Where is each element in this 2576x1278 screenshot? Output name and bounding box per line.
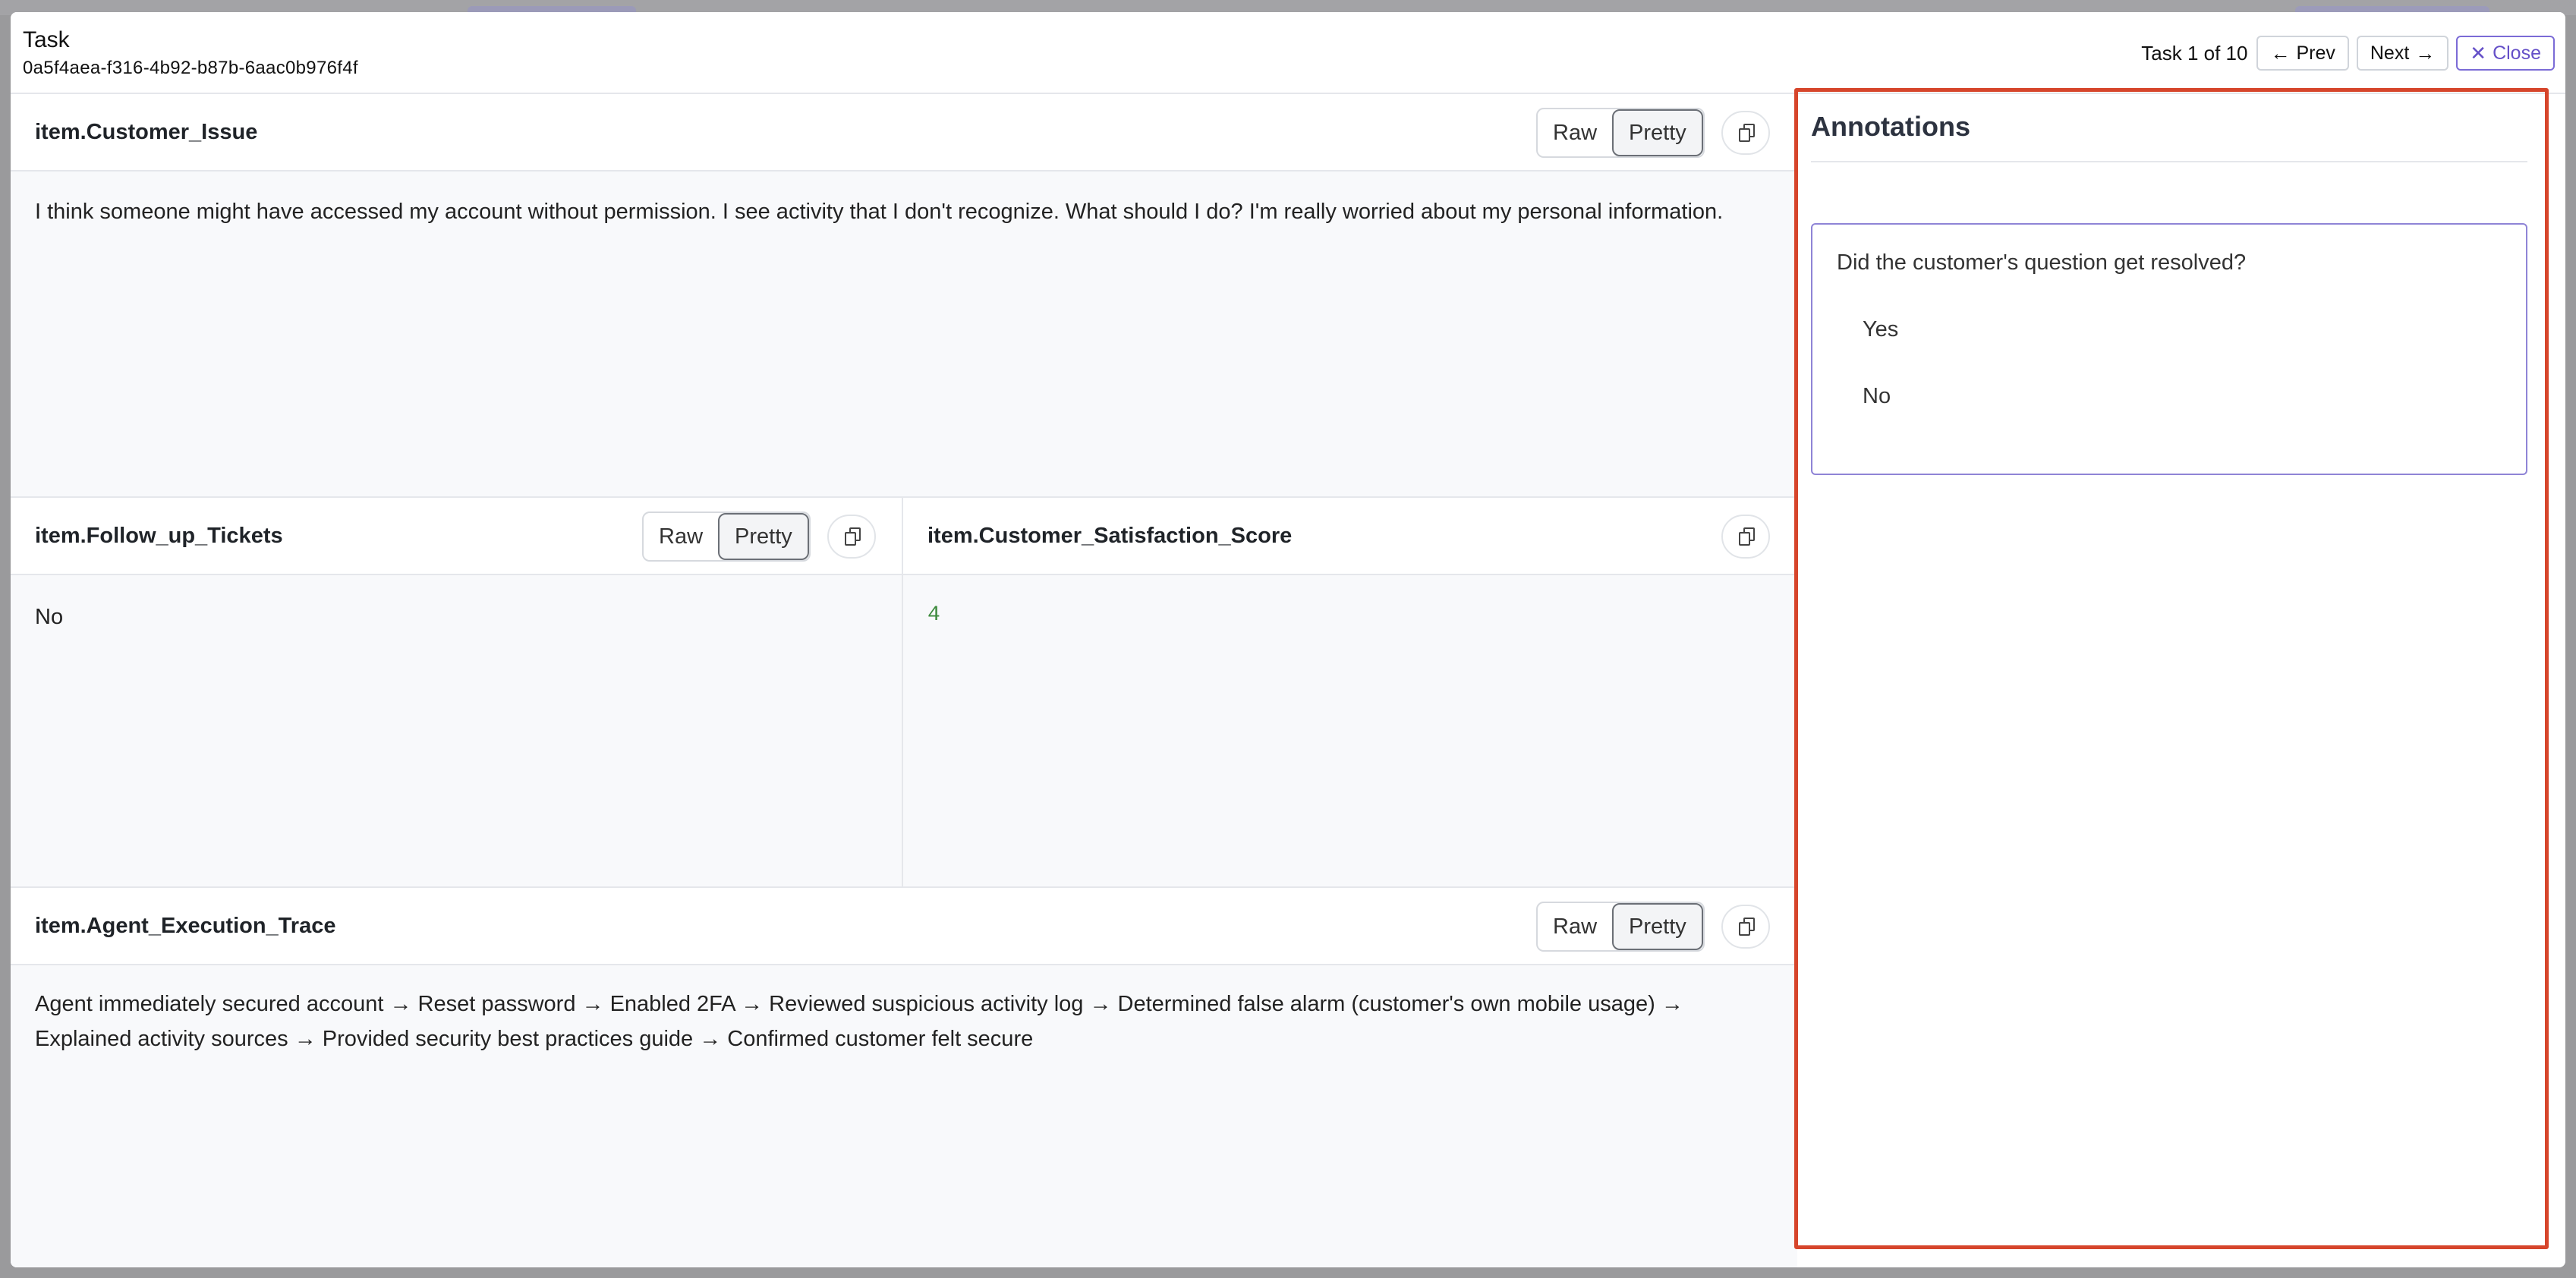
copy-button[interactable]	[827, 515, 876, 559]
task-id: 0a5f4aea-f316-4b92-b87b-6aac0b976f4f	[23, 58, 358, 78]
agent-trace-content: Agent immediately secured account → Rese…	[35, 992, 1683, 1051]
customer-issue-content: I think someone might have accessed my a…	[35, 200, 1724, 224]
view-mode-toggle: Raw Pretty	[1536, 902, 1705, 952]
agent-trace-panel: item.Agent_Execution_Trace Raw Pretty Ag…	[11, 888, 1797, 1267]
customer-issue-panel: item.Customer_Issue Raw Pretty I think s…	[11, 94, 1797, 498]
close-button[interactable]: ✕ Close	[2456, 36, 2555, 71]
modal-header: Task 0a5f4aea-f316-4b92-b87b-6aac0b976f4…	[11, 12, 2565, 94]
panel-title: item.Customer_Issue	[35, 120, 258, 144]
panel-header: item.Customer_Issue Raw Pretty	[11, 94, 1797, 172]
prev-button[interactable]: ← Prev	[2256, 36, 2349, 71]
follow-up-tickets-content: No	[35, 605, 64, 629]
panel-header: item.Agent_Execution_Trace Raw Pretty	[11, 888, 1797, 965]
raw-toggle[interactable]: Raw	[1538, 903, 1612, 950]
pretty-toggle[interactable]: Pretty	[1612, 109, 1703, 156]
copy-icon-front	[1739, 128, 1750, 142]
follow-up-tickets-panel: item.Follow_up_Tickets Raw Pretty No	[11, 498, 902, 888]
modal-title: Task	[23, 27, 70, 52]
divider	[902, 498, 903, 888]
copy-icon-front	[845, 532, 856, 546]
option-yes[interactable]: Yes	[1863, 317, 1898, 342]
divider	[1811, 161, 2527, 162]
panel-title: item.Agent_Execution_Trace	[35, 914, 336, 938]
prev-label: Prev	[2296, 42, 2335, 64]
raw-toggle[interactable]: Raw	[644, 513, 718, 560]
close-label: Close	[2493, 42, 2541, 64]
question-card: Did the customer's question get resolved…	[1811, 223, 2527, 475]
task-counter: Task 1 of 10	[2141, 41, 2248, 65]
task-fields: item.Customer_Issue Raw Pretty I think s…	[11, 94, 1797, 1267]
copy-button[interactable]	[1721, 515, 1770, 559]
task-navigation: Task 1 of 10 ← Prev Next → ✕ Close	[2141, 35, 2555, 71]
copy-icon-front	[1739, 532, 1750, 546]
panel-header: item.Follow_up_Tickets Raw Pretty	[11, 498, 902, 575]
close-icon: ✕	[2470, 42, 2487, 65]
arrow-right-icon: →	[2415, 42, 2436, 65]
view-mode-toggle: Raw Pretty	[1536, 108, 1705, 158]
view-mode-toggle: Raw Pretty	[642, 512, 811, 562]
next-label: Next	[2370, 42, 2410, 64]
satisfaction-score-value: 4	[927, 603, 940, 627]
copy-button[interactable]	[1721, 905, 1770, 949]
option-no[interactable]: No	[1863, 384, 1891, 409]
copy-button[interactable]	[1721, 111, 1770, 155]
question-text: Did the customer's question get resolved…	[1837, 250, 2247, 275]
panel-header: item.Customer_Satisfaction_Score	[903, 498, 1797, 575]
pretty-toggle[interactable]: Pretty	[718, 513, 809, 560]
next-button[interactable]: Next →	[2356, 36, 2449, 71]
raw-toggle[interactable]: Raw	[1538, 109, 1612, 156]
pretty-toggle[interactable]: Pretty	[1612, 903, 1703, 950]
arrow-left-icon: ←	[2270, 42, 2291, 65]
panel-title: item.Follow_up_Tickets	[35, 524, 283, 548]
copy-icon-front	[1739, 922, 1750, 936]
panel-title: item.Customer_Satisfaction_Score	[927, 524, 1293, 548]
satisfaction-score-panel: item.Customer_Satisfaction_Score 4	[903, 498, 1797, 888]
annotations-title: Annotations	[1811, 111, 1970, 142]
